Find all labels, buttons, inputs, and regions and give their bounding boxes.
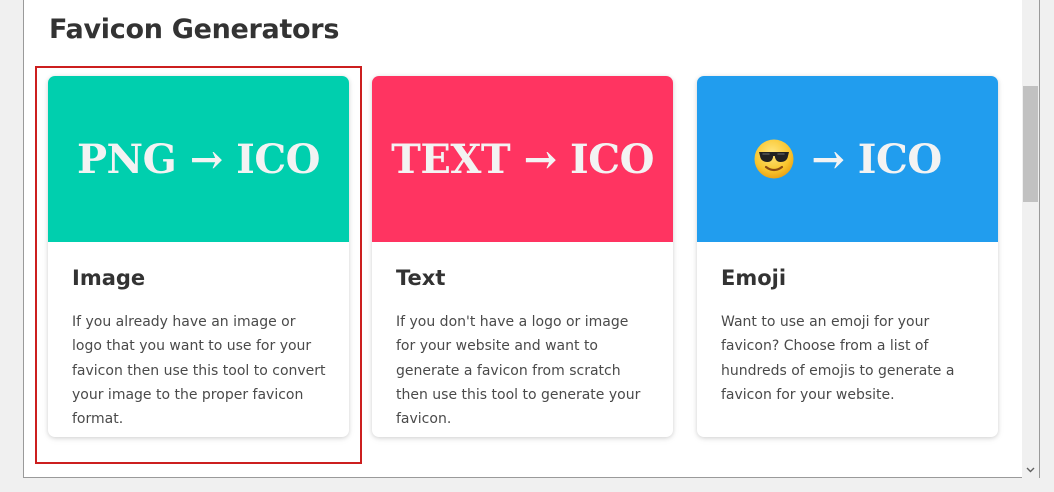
card-banner-text-to-ico: TEXT → ICO [372, 76, 673, 242]
smiling-face-with-sunglasses-icon [753, 138, 795, 180]
browser-viewport: Favicon Generators PNG → ICO Image If yo… [23, 0, 1040, 478]
section-heading: Favicon Generators [49, 14, 340, 45]
banner-text: → ICO [811, 135, 942, 183]
selection-highlight [35, 66, 362, 464]
card-body: Text If you don't have a logo or image f… [372, 242, 673, 431]
scrollbar-thumb[interactable] [1023, 86, 1038, 202]
card-title: Text [396, 266, 446, 290]
card-description: If you don't have a logo or image for yo… [396, 314, 641, 428]
vertical-scrollbar[interactable] [1022, 0, 1039, 478]
card-emoji-generator[interactable]: → ICO Emoji Want to use an emoji for you… [697, 76, 998, 437]
banner-text: TEXT → ICO [391, 135, 654, 183]
card-description: Want to use an emoji for your favicon? C… [721, 314, 955, 403]
card-title: Emoji [721, 266, 787, 290]
scroll-down-arrow-icon[interactable] [1026, 465, 1035, 474]
page-background: Favicon Generators PNG → ICO Image If yo… [0, 0, 1054, 492]
card-banner-emoji-to-ico: → ICO [697, 76, 998, 242]
card-body: Emoji Want to use an emoji for your favi… [697, 242, 998, 407]
card-text-generator[interactable]: TEXT → ICO Text If you don't have a logo… [372, 76, 673, 437]
